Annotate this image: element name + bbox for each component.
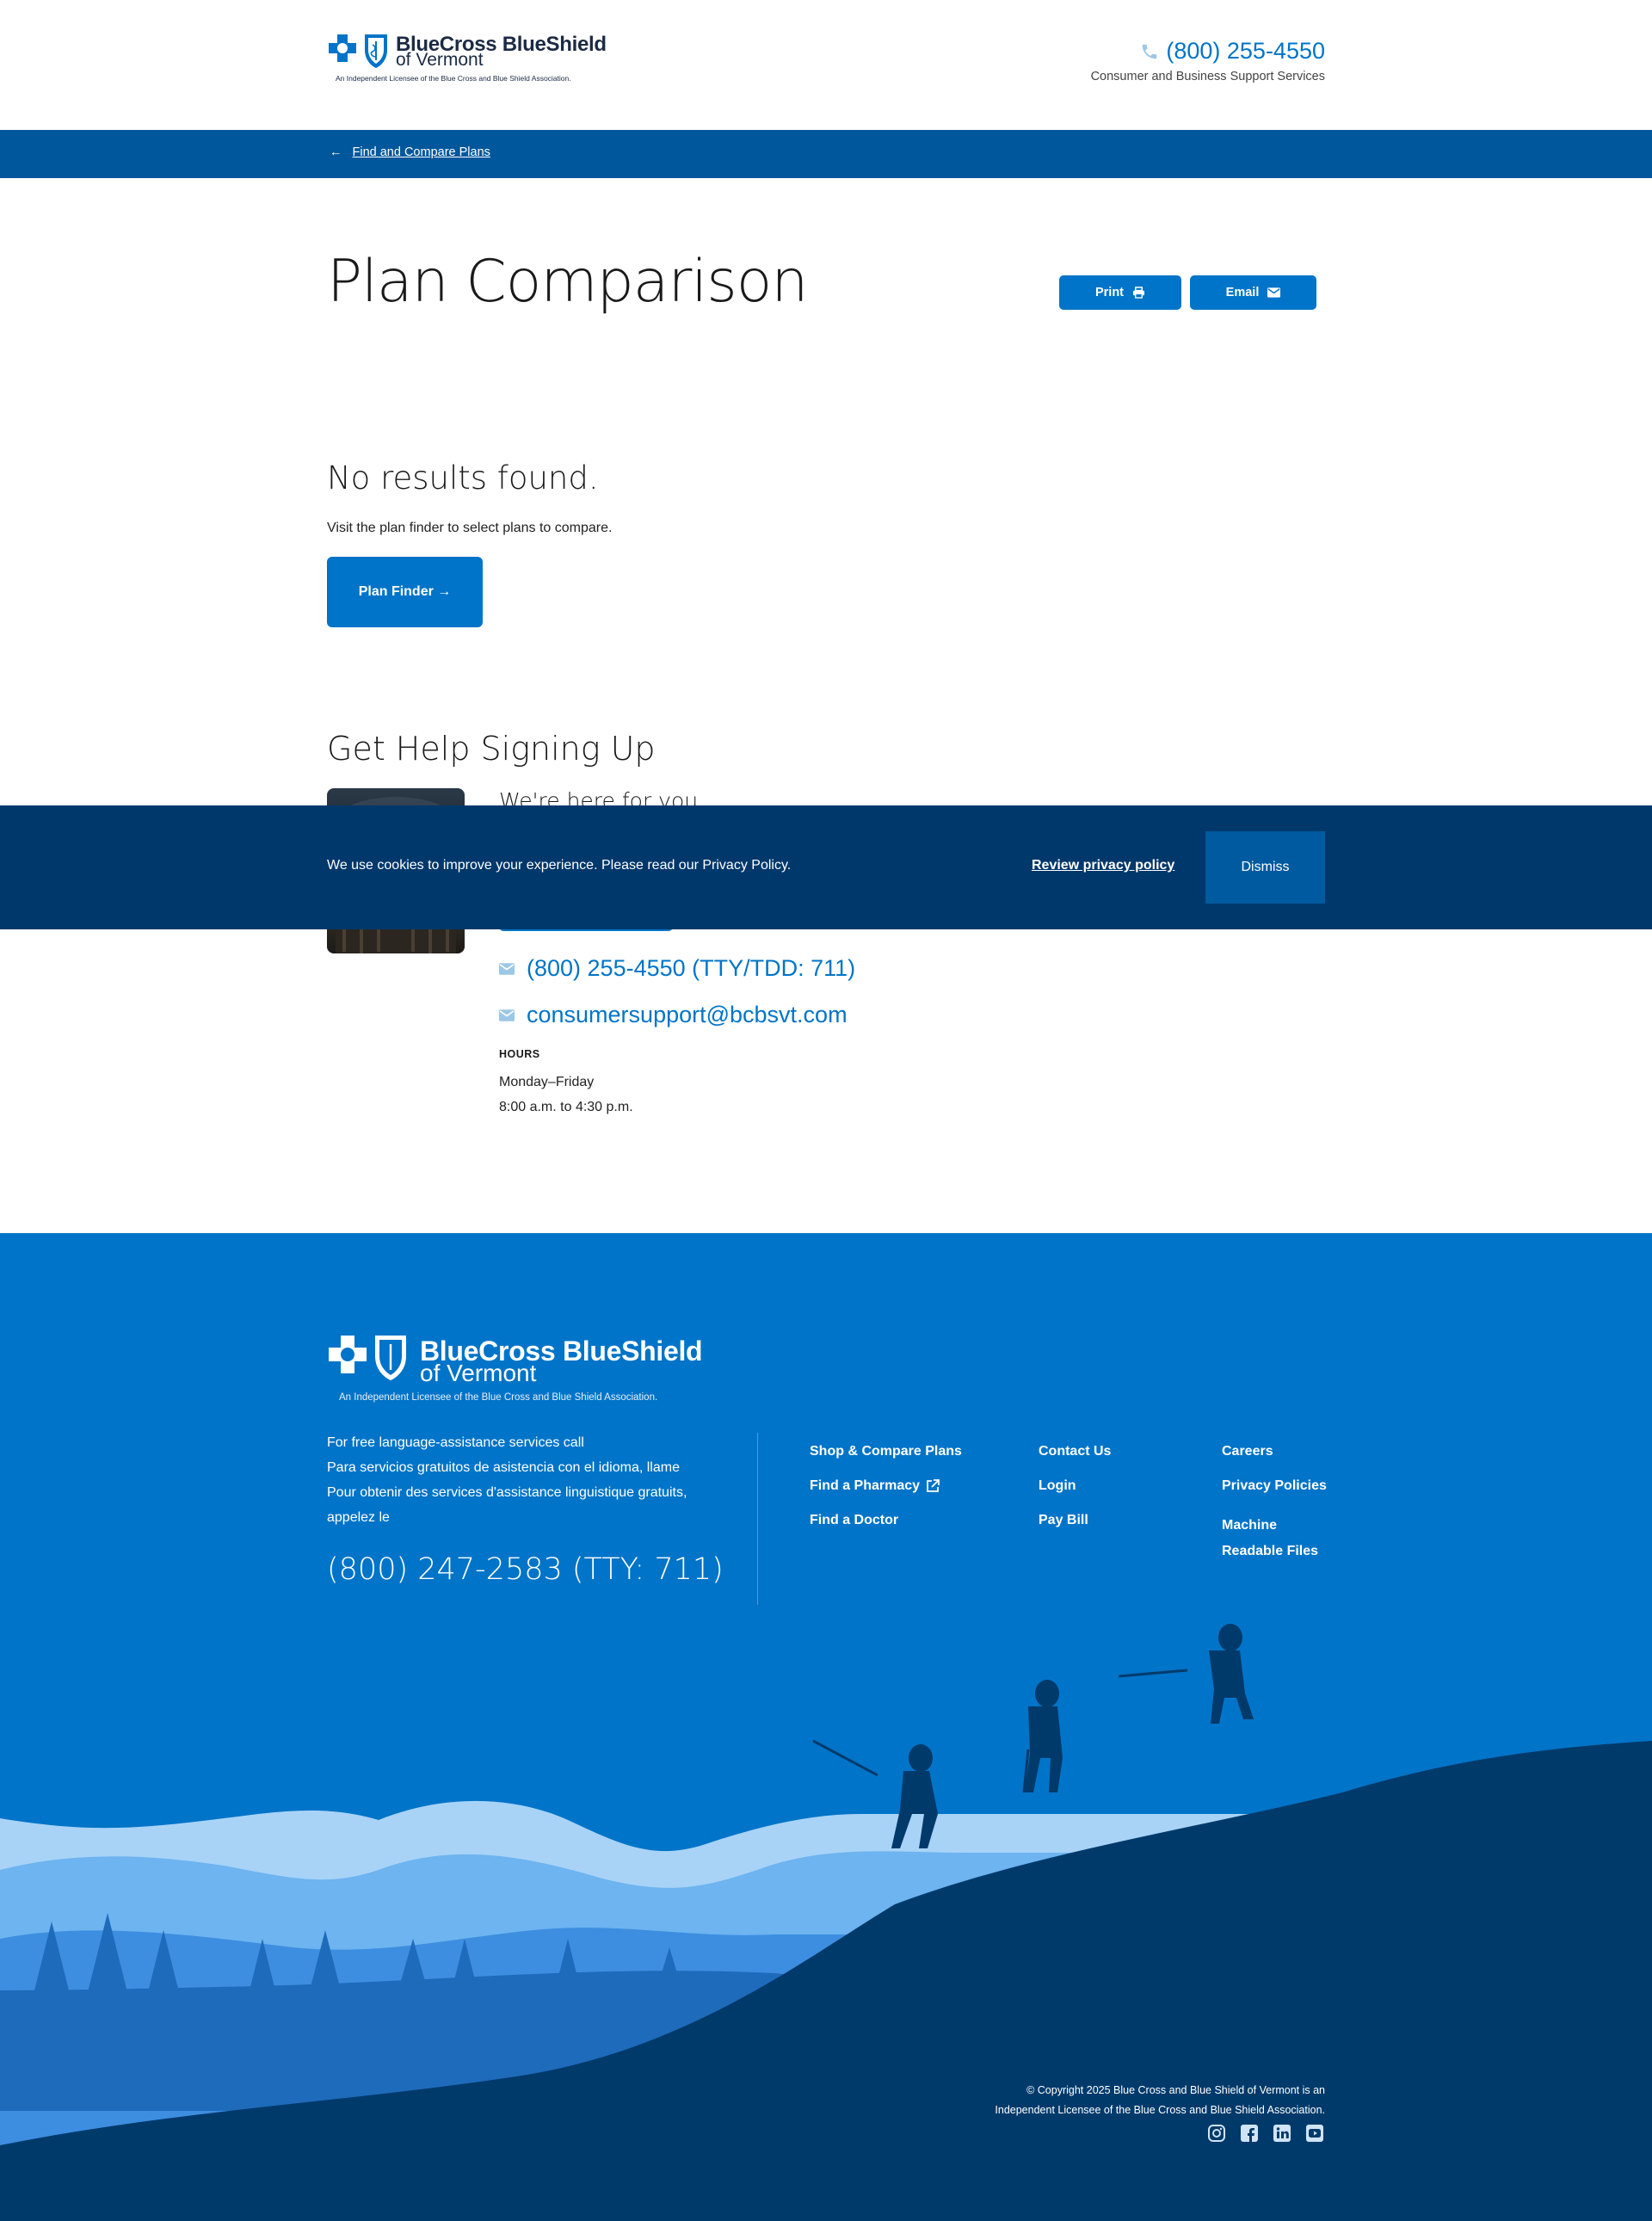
help-phone-link[interactable]: (800) 255-4550 (TTY/TDD: 711) (499, 955, 855, 982)
plan-finder-button[interactable]: Plan Finder → (327, 557, 483, 627)
copyright: © Copyright 2025 Blue Cross and Blue Shi… (995, 2081, 1325, 2120)
cross-shield-logo-icon (329, 34, 387, 68)
breadcrumb-find-compare-plans[interactable]: Find and Compare Plans (353, 145, 490, 159)
hours-days: Monday–Friday (499, 1075, 595, 1089)
facebook-icon[interactable] (1239, 2123, 1260, 2144)
footer-link-login[interactable]: Login (1039, 1478, 1076, 1494)
find-pharmacy-label: Find a Pharmacy (810, 1478, 921, 1493)
cookie-banner: We use cookies to improve your experienc… (0, 805, 1652, 929)
language-assistance: For free language-assistance services ca… (327, 1430, 706, 1530)
help-email-address: consumersupport@bcbsvt.com (527, 1002, 848, 1027)
print-button[interactable]: Print (1059, 275, 1181, 310)
footer-divider (757, 1433, 758, 1605)
dismiss-label: Dismiss (1241, 860, 1290, 874)
printer-icon (1132, 287, 1145, 299)
email-button-label: Email (1225, 286, 1260, 299)
language-line-es: Para servicios gratuitos de asistencia c… (327, 1460, 680, 1475)
footer-link-careers[interactable]: Careers (1222, 1444, 1273, 1459)
header-phone-link[interactable]: (800) 255-4550 (1140, 38, 1325, 65)
copyright-line-1: © Copyright 2025 Blue Cross and Blue Shi… (1026, 2084, 1325, 2096)
external-link-icon (927, 1479, 940, 1492)
footer-link-privacy-policies[interactable]: Privacy Policies (1222, 1478, 1327, 1494)
footer-logo-tagline: An Independent Licensee of the Blue Cros… (339, 1392, 658, 1403)
hours-label: HOURS (499, 1048, 540, 1060)
footer-logo[interactable]: BlueCross BlueShield of Vermont An Indep… (327, 1332, 703, 1410)
review-privacy-policy-link[interactable]: Review privacy policy (1032, 858, 1174, 873)
arrow-left-icon: ← (330, 145, 342, 159)
help-title: Get Help Signing Up (327, 730, 656, 768)
language-line-en: For free language-assistance services ca… (327, 1435, 584, 1450)
linkedin-icon[interactable] (1272, 2123, 1292, 2144)
site-header: BlueCross BlueShield of Vermont An Indep… (0, 0, 1652, 129)
footer-link-find-pharmacy[interactable]: Find a Pharmacy (810, 1478, 940, 1494)
envelope-icon (1267, 287, 1281, 298)
mountain-hikers-illustration (0, 1624, 1652, 2221)
footer-link-shop-compare-plans[interactable]: Shop & Compare Plans (810, 1444, 962, 1459)
header-phone-number: (800) 255-4550 (1166, 38, 1325, 64)
site-footer: BlueCross BlueShield of Vermont An Indep… (0, 1233, 1652, 2221)
help-phone-number: (800) 255-4550 (TTY/TDD: 711) (527, 955, 856, 981)
footer-link-machine-readable-files[interactable]: Machine Readable Files (1222, 1513, 1334, 1564)
dismiss-button[interactable]: Dismiss (1205, 831, 1325, 904)
no-results-heading: No results found. (327, 460, 599, 497)
no-results-subtext: Visit the plan finder to select plans to… (327, 521, 613, 535)
footer-link-pay-bill[interactable]: Pay Bill (1039, 1513, 1088, 1528)
cross-shield-logo-icon (329, 1336, 406, 1380)
breadcrumb: ← Find and Compare Plans (330, 145, 490, 159)
logo-tagline: An Independent Licensee of the Blue Cros… (336, 74, 571, 83)
social-links (1206, 2123, 1325, 2144)
page-title: Plan Comparison (327, 248, 808, 316)
help-email-link[interactable]: consumersupport@bcbsvt.com (499, 1002, 848, 1028)
copyright-line-2: Independent Licensee of the Blue Cross a… (995, 2104, 1325, 2116)
footer-link-contact-us[interactable]: Contact Us (1039, 1444, 1111, 1459)
plan-finder-label: Plan Finder → (358, 584, 452, 599)
instagram-icon[interactable] (1206, 2123, 1227, 2144)
footer-logo-sub: of Vermont (420, 1360, 537, 1386)
youtube-icon[interactable] (1304, 2123, 1325, 2144)
hours-time: 8:00 a.m. to 4:30 p.m. (499, 1100, 633, 1114)
cookie-text: We use cookies to improve your experienc… (327, 858, 792, 873)
envelope-icon (499, 1009, 515, 1021)
footer-language-phone[interactable]: (800) 247-2583 (TTY: 711) (327, 1552, 724, 1587)
language-line-fr: Pour obtenir des services d'assistance l… (327, 1485, 687, 1525)
header-phone-subtitle: Consumer and Business Support Services (1090, 70, 1325, 83)
phone-icon (1143, 44, 1157, 59)
breadcrumb-bar: ← Find and Compare Plans (0, 130, 1652, 178)
envelope-icon (499, 962, 515, 975)
footer-link-find-doctor[interactable]: Find a Doctor (810, 1513, 898, 1528)
email-button[interactable]: Email (1190, 275, 1316, 310)
bcbs-vermont-logo[interactable]: BlueCross BlueShield of Vermont An Indep… (327, 31, 607, 84)
header-phone-block: (800) 255-4550 Consumer and Business Sup… (1091, 38, 1325, 83)
print-button-label: Print (1094, 286, 1125, 299)
logo-sub: of Vermont (396, 50, 484, 70)
